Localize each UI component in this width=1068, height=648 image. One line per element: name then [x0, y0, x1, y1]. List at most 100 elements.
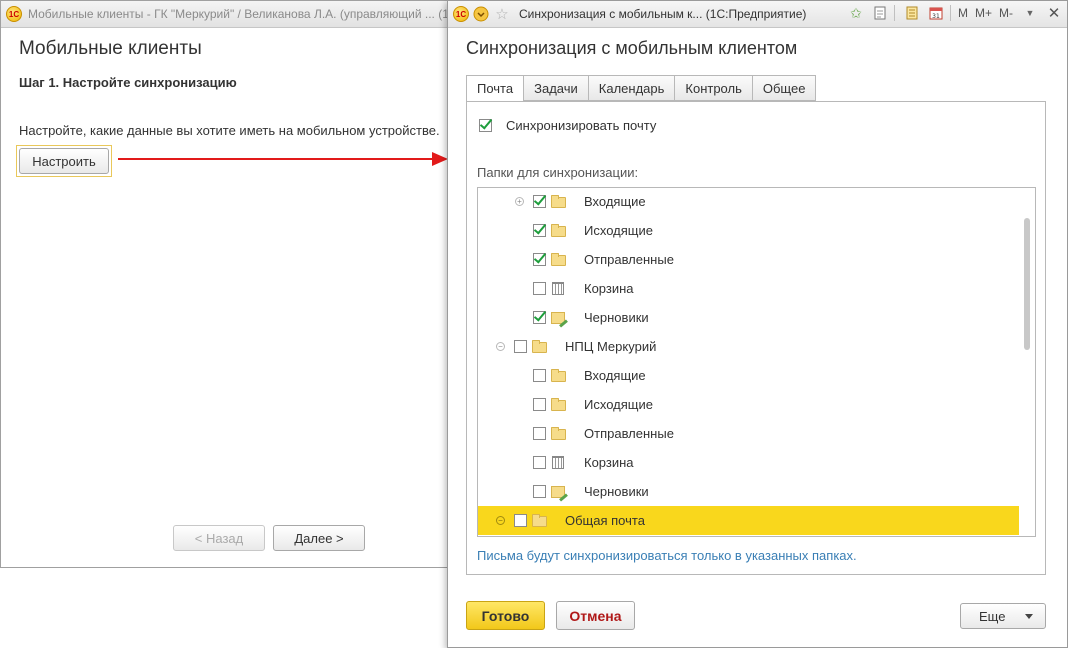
folder-checkbox[interactable]	[533, 195, 546, 208]
sync-mail-checkbox[interactable]	[479, 119, 492, 132]
close-icon[interactable]: ✕	[1045, 4, 1063, 22]
step-title: Шаг 1. Настройте синхронизацию	[19, 75, 237, 90]
memory-plus-button[interactable]: M+	[973, 6, 994, 20]
scrollbar-thumb[interactable]	[1024, 218, 1030, 350]
star-icon[interactable]: ☆	[493, 5, 511, 23]
tree-row[interactable]: Корзина	[478, 448, 1019, 477]
configure-button[interactable]: Настроить	[19, 148, 109, 174]
folder-checkbox[interactable]	[533, 253, 546, 266]
folder-tree[interactable]: + Входящие Исходящие Отправленные Корзин…	[477, 187, 1036, 537]
folder-checkbox[interactable]	[514, 340, 527, 353]
tree-scrollbar[interactable]	[1019, 188, 1035, 536]
tree-row[interactable]: Корзина	[478, 274, 1019, 303]
tree-row[interactable]: Черновики	[478, 303, 1019, 332]
folder-label: Корзина	[584, 455, 634, 470]
folder-checkbox[interactable]	[533, 369, 546, 382]
chevron-down-icon[interactable]: ▼	[1021, 4, 1039, 22]
step-description: Настройте, какие данные вы хотите иметь …	[19, 123, 440, 138]
1c-logo-icon: 1C	[6, 6, 22, 22]
folder-icon	[532, 340, 547, 353]
folder-icon	[551, 195, 566, 208]
folder-label: Исходящие	[584, 223, 653, 238]
folder-label: Входящие	[584, 368, 646, 383]
tab-bar: Почта Задачи Календарь Контроль Общее	[466, 75, 817, 102]
folders-caption: Папки для синхронизации:	[477, 165, 639, 180]
folder-label: Черновики	[584, 484, 649, 499]
folder-icon	[532, 514, 547, 527]
tree-row[interactable]: Отправленные	[478, 419, 1019, 448]
folder-icon	[551, 369, 566, 382]
folder-label: Входящие	[584, 194, 646, 209]
more-button-label: Еще	[979, 608, 1006, 624]
tree-row-selected[interactable]: − Общая почта	[478, 506, 1019, 535]
drafts-icon	[551, 486, 565, 498]
dialog-window-title: Синхронизация с мобильным к... (1С:Предп…	[519, 7, 807, 21]
drafts-icon	[551, 312, 565, 324]
folder-label: Отправленные	[584, 252, 674, 267]
1c-logo-icon[interactable]: 1C	[453, 6, 469, 22]
configure-button-focus-frame: Настроить	[16, 145, 112, 177]
folder-checkbox[interactable]	[533, 311, 546, 324]
page-title: Мобильные клиенты	[19, 38, 202, 59]
folder-checkbox[interactable]	[514, 514, 527, 527]
folder-icon	[551, 427, 566, 440]
link-icon[interactable]	[871, 4, 889, 22]
done-button[interactable]: Готово	[466, 601, 545, 630]
tree-row[interactable]: Отправленные	[478, 245, 1019, 274]
back-button[interactable]: < Назад	[173, 525, 265, 551]
folder-icon	[551, 224, 566, 237]
folder-icon	[551, 253, 566, 266]
background-window-title: Мобильные клиенты - ГК "Меркурий" / Вели…	[28, 7, 451, 21]
tree-row[interactable]: Черновики	[478, 477, 1019, 506]
tab-calendar[interactable]: Календарь	[588, 75, 676, 101]
memory-minus-button[interactable]: M-	[997, 6, 1015, 20]
favorites-icon[interactable]: ✩	[847, 4, 865, 22]
folder-checkbox[interactable]	[533, 224, 546, 237]
collapse-minus-icon[interactable]: −	[496, 516, 505, 525]
background-window: 1C Мобильные клиенты - ГК "Меркурий" / В…	[0, 0, 452, 568]
folder-label: Черновики	[584, 310, 649, 325]
next-button[interactable]: Далее >	[273, 525, 365, 551]
folder-checkbox[interactable]	[533, 456, 546, 469]
tree-row[interactable]: + Входящие	[478, 188, 1019, 216]
folder-checkbox[interactable]	[533, 485, 546, 498]
toolbar-separator	[949, 5, 951, 21]
tab-control[interactable]: Контроль	[675, 75, 753, 101]
trash-icon	[552, 456, 564, 469]
tree-row[interactable]: Исходящие	[478, 390, 1019, 419]
collapse-minus-icon[interactable]: −	[496, 342, 505, 351]
expand-plus-icon[interactable]: +	[515, 197, 524, 206]
tree-row[interactable]: Входящие	[478, 361, 1019, 390]
svg-text:31: 31	[932, 13, 940, 20]
folder-label: Корзина	[584, 281, 634, 296]
trash-icon	[552, 282, 564, 295]
tab-general[interactable]: Общее	[752, 75, 817, 101]
calendar-icon[interactable]: 31	[927, 4, 945, 22]
calculator-icon[interactable]	[903, 4, 921, 22]
sync-dialog: 1C ☆ Синхронизация с мобильным к... (1С:…	[447, 0, 1068, 648]
more-button[interactable]: Еще	[960, 603, 1046, 629]
folder-label: Отправленные	[584, 426, 674, 441]
memory-button[interactable]: M	[956, 6, 970, 20]
dropdown-menu-icon[interactable]	[472, 5, 490, 23]
folder-checkbox[interactable]	[533, 282, 546, 295]
tab-tasks[interactable]: Задачи	[524, 75, 589, 101]
cancel-button[interactable]: Отмена	[556, 601, 635, 630]
sync-mail-option[interactable]: Синхронизировать почту	[479, 118, 656, 133]
sync-mail-label: Синхронизировать почту	[506, 118, 657, 133]
chevron-down-icon	[1025, 614, 1033, 619]
tab-mail[interactable]: Почта	[466, 75, 525, 102]
red-arrow-icon	[118, 152, 448, 166]
mail-tab-panel: Синхронизировать почту Папки для синхрон…	[466, 101, 1046, 575]
folder-checkbox[interactable]	[533, 398, 546, 411]
dialog-title: Синхронизация с мобильным клиентом	[466, 38, 798, 58]
folder-label: Исходящие	[584, 397, 653, 412]
folder-label: НПЦ Меркурий	[565, 339, 657, 354]
sync-hint: Письма будут синхронизироваться только в…	[477, 548, 857, 563]
tree-row[interactable]: Исходящие	[478, 216, 1019, 245]
tree-row[interactable]: − НПЦ Меркурий	[478, 332, 1019, 361]
dialog-titlebar[interactable]: 1C ☆ Синхронизация с мобильным к... (1С:…	[448, 1, 1067, 28]
toolbar-separator	[893, 5, 895, 21]
background-window-titlebar[interactable]: 1C Мобильные клиенты - ГК "Меркурий" / В…	[1, 1, 451, 28]
folder-checkbox[interactable]	[533, 427, 546, 440]
